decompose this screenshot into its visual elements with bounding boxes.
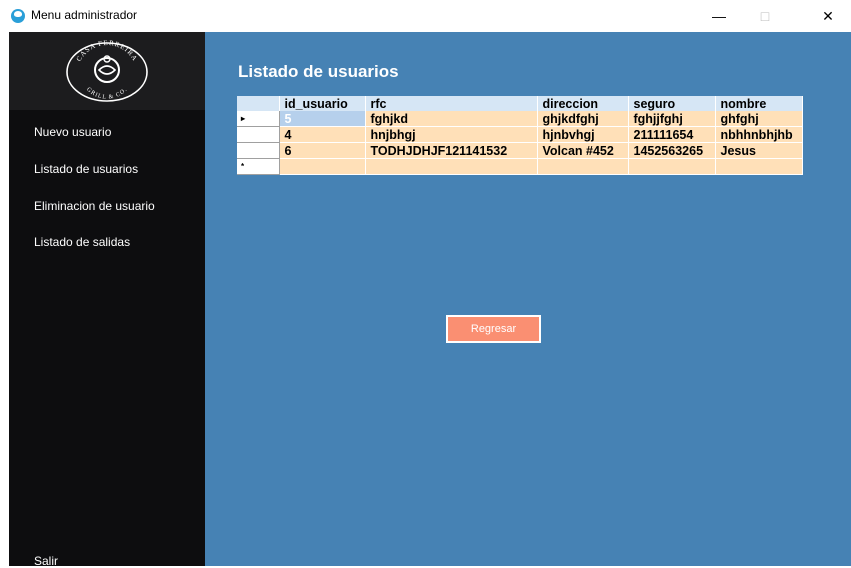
table-row[interactable]: 6 TODHJDHJF121141532 Volcan #452 1452563… [237,142,803,159]
logo-area: CASA FERREIRA GRILL & CO. [9,32,205,110]
sidebar-item-listado-salidas[interactable]: Listado de salidas [34,235,130,249]
table-cell[interactable] [279,158,366,175]
column-header-seguro[interactable]: seguro [628,96,716,111]
row-selector[interactable] [237,142,280,159]
table-cell[interactable]: TODHJDHJF121141532 [365,142,538,159]
regresar-button[interactable]: Regresar [446,315,541,343]
table-cell[interactable]: nbhhnbhjhb [715,126,803,143]
table-cell[interactable]: ghfghj [715,111,803,127]
users-table[interactable]: id_usuario rfc direccion seguro nombre ▸… [237,96,803,175]
row-selector[interactable] [237,126,280,143]
sidebar: CASA FERREIRA GRILL & CO. Nuevo usuario … [9,32,205,568]
maximize-button[interactable]: □ [742,0,788,32]
table-row[interactable]: ▸ 5 fghjkd ghjkdfghj fghjjfghj ghfghj [237,111,803,127]
sidebar-item-nuevo-usuario[interactable]: Nuevo usuario [34,125,111,139]
table-cell[interactable]: fghjkd [365,111,538,127]
sidebar-item-listado-usuarios[interactable]: Listado de usuarios [34,162,138,176]
column-header-id-usuario[interactable]: id_usuario [279,96,366,111]
app-icon [11,9,25,23]
table-cell[interactable]: hjnbvhgj [537,126,629,143]
column-header-direccion[interactable]: direccion [537,96,629,111]
table-cell[interactable]: hnjbhgj [365,126,538,143]
title-bar: Menu administrador — □ ✕ [0,0,851,32]
new-row-asterisk-icon[interactable]: * [237,158,280,175]
table-cell[interactable]: 4 [279,126,366,143]
column-header-nombre[interactable]: nombre [715,96,803,111]
table-new-row[interactable]: * [237,158,803,175]
table-cell[interactable] [628,158,716,175]
close-button[interactable]: ✕ [805,0,851,32]
table-cell[interactable]: 1452563265 [628,142,716,159]
page-title: Listado de usuarios [238,62,399,81]
table-cell[interactable]: ghjkdfghj [537,111,629,127]
window-title: Menu administrador [31,8,138,22]
table-cell[interactable] [537,158,629,175]
minimize-button[interactable]: — [696,0,742,32]
table-cell[interactable]: 211111654 [628,126,716,143]
svg-text:CASA FERREIRA: CASA FERREIRA [75,39,139,63]
casa-ferreira-logo: CASA FERREIRA GRILL & CO. [66,39,148,102]
table-cell[interactable]: 6 [279,142,366,159]
row-selector-icon[interactable]: ▸ [237,111,280,127]
sidebar-item-eliminacion-usuario[interactable]: Eliminacion de usuario [34,199,155,213]
row-header-corner [237,96,280,111]
table-cell[interactable]: Volcan #452 [537,142,629,159]
table-cell[interactable]: fghjjfghj [628,111,716,127]
table-row[interactable]: 4 hnjbhgj hjnbvhgj 211111654 nbhhnbhjhb [237,126,803,143]
table-header-row: id_usuario rfc direccion seguro nombre [237,96,803,111]
column-header-rfc[interactable]: rfc [365,96,538,111]
table-cell[interactable] [715,158,803,175]
table-cell[interactable]: 5 [279,111,366,127]
table-cell[interactable]: Jesus [715,142,803,159]
table-cell[interactable] [365,158,538,175]
main-panel: Listado de usuarios id_usuario rfc direc… [205,32,851,566]
